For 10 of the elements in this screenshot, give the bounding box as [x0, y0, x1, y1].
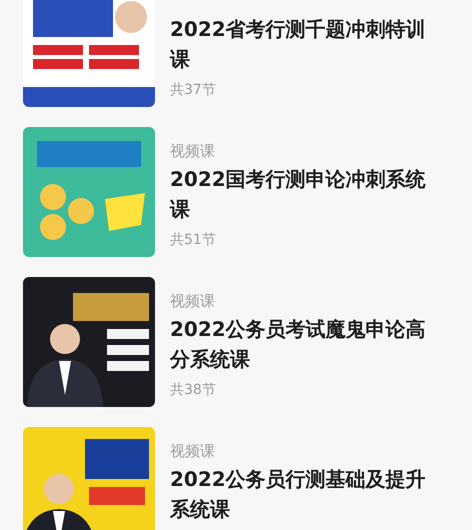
- course-title[interactable]: 2022国考行测申论冲刺系统课: [170, 164, 440, 224]
- lesson-count: 共51节: [170, 231, 217, 250]
- lesson-count: 共38节: [170, 381, 217, 400]
- lesson-count: 共37节: [170, 81, 217, 100]
- course-type: 视频课: [170, 291, 216, 311]
- course-type: 视频课: [170, 141, 216, 161]
- course-title[interactable]: 2022省考行测千题冲刺特训课: [170, 14, 440, 74]
- course-type: 视频课: [170, 441, 216, 461]
- course-title[interactable]: 2022公务员行测基础及提升系统课: [170, 464, 440, 524]
- course-title[interactable]: 2022公务员考试魔鬼申论高分系统课: [170, 314, 440, 374]
